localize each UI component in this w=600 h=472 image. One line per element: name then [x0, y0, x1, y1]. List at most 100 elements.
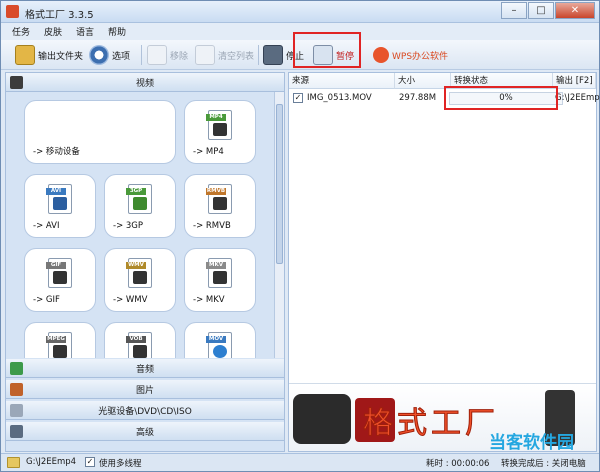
wps-button[interactable]: WPS办公软件 [373, 43, 448, 67]
music-note-icon [10, 362, 23, 375]
pause-highlight-box [293, 32, 361, 68]
menu-skin[interactable]: 皮肤 [37, 23, 69, 40]
row-output: G:\J2EEmp4 [555, 93, 600, 103]
tile-mpeg[interactable]: MPEG [24, 322, 96, 358]
clear-list-button[interactable]: 清空列表 [195, 43, 254, 67]
banner-brand: 格式工厂 [363, 406, 499, 442]
disc-drive-icon [10, 404, 23, 417]
category-picture-label: 图片 [135, 385, 154, 396]
output-path[interactable]: G:\J2EEmp4 [26, 457, 76, 467]
title-bar: 格式工厂 3.3.5 – □ ✕ [1, 1, 599, 23]
after-convert-action[interactable]: 转换完成后 : 关闭电脑 [501, 457, 586, 469]
column-source[interactable]: 来源 [289, 73, 395, 89]
stop-icon [263, 45, 283, 65]
menu-language[interactable]: 语言 [69, 23, 101, 40]
tile-label: -> 3GP [113, 221, 144, 231]
wps-label: WPS办公软件 [392, 51, 449, 62]
app-window: 格式工厂 3.3.5 – □ ✕ 任务 皮肤 语言 帮助 输出文件夹 选项 移除… [0, 0, 600, 472]
mp4-file-icon: MP4 [206, 110, 232, 140]
tile-label: -> WMV [113, 295, 148, 305]
tile-gif[interactable]: GIF -> GIF [24, 248, 96, 312]
category-rom-device[interactable]: 光驱设备\DVD\CD\ISO [6, 401, 284, 420]
close-button[interactable]: ✕ [555, 2, 595, 19]
row-source: IMG_0513.MOV [307, 93, 372, 103]
picture-icon [10, 383, 23, 396]
category-audio[interactable]: 音频 [6, 359, 284, 378]
wmv-file-icon: WMV [126, 258, 152, 288]
multithread-label: 使用多线程 [99, 459, 142, 469]
remove-label: 移除 [170, 51, 189, 62]
tile-3gp[interactable]: 3GP -> 3GP [104, 174, 176, 238]
video-icon [10, 76, 23, 89]
category-scrollbar[interactable] [274, 92, 284, 358]
task-list-panel: 来源 大小 转换状态 输出 [F2] ✓ IMG_0513.MOV 297.88… [288, 72, 600, 453]
window-controls: – □ ✕ [500, 2, 595, 19]
output-folder-button[interactable]: 输出文件夹 [15, 43, 83, 67]
row-checkbox[interactable]: ✓ [293, 93, 303, 103]
tile-rmvb[interactable]: RMVB -> RMVB [184, 174, 256, 238]
multithread-checkbox[interactable]: ✓ [85, 457, 95, 467]
tile-label: -> AVI [33, 221, 60, 231]
category-advanced-label: 高级 [135, 427, 154, 438]
tile-label: -> MKV [193, 295, 225, 305]
column-size[interactable]: 大小 [395, 73, 451, 89]
mov-file-icon: MOV [206, 332, 232, 358]
tile-label: -> MP4 [193, 147, 224, 157]
tile-label: -> RMVB [193, 221, 231, 231]
window-title: 格式工厂 3.3.5 [25, 10, 94, 21]
vob-file-icon: VOB [126, 332, 152, 358]
category-audio-label: 音频 [135, 364, 154, 375]
folder-icon [7, 457, 20, 468]
app-logo-icon [6, 5, 19, 18]
tile-label: -> GIF [33, 295, 60, 305]
tile-mobile-device[interactable]: -> 移动设备 [24, 100, 176, 164]
video-tile-grid: -> 移动设备 MP4 -> MP4 AVI -> AVI 3GP -> 3GP… [6, 92, 274, 358]
minimize-button[interactable]: – [501, 2, 527, 19]
avi-file-icon: AVI [46, 184, 72, 214]
options-label: 选项 [112, 51, 131, 62]
maximize-button[interactable]: □ [528, 2, 554, 19]
rmvb-file-icon: RMVB [206, 184, 232, 214]
scrollbar-thumb[interactable] [276, 104, 283, 264]
toolbar-separator [141, 45, 142, 65]
clear-list-label: 清空列表 [218, 51, 255, 62]
tile-avi[interactable]: AVI -> AVI [24, 174, 96, 238]
gear-icon [89, 45, 109, 65]
gif-file-icon: GIF [46, 258, 72, 288]
folder-icon [15, 45, 35, 65]
tile-wmv[interactable]: WMV -> WMV [104, 248, 176, 312]
tile-vob[interactable]: VOB [104, 322, 176, 358]
camcorder-icon [293, 394, 351, 444]
category-picture[interactable]: 图片 [6, 380, 284, 399]
tile-mkv[interactable]: MKV -> MKV [184, 248, 256, 312]
toolbox-icon [10, 425, 23, 438]
category-video-label: 视频 [135, 78, 154, 89]
tile-mov[interactable]: MOV [184, 322, 256, 358]
remove-button[interactable]: 移除 [147, 43, 188, 67]
status-bar: G:\J2EEmp4 ✓ 使用多线程 耗时 : 00:00:06 转换完成后 :… [1, 453, 599, 471]
wps-icon [373, 47, 389, 63]
menu-task[interactable]: 任务 [5, 23, 37, 40]
category-advanced[interactable]: 高级 [6, 422, 284, 441]
category-panel: 视频 -> 移动设备 MP4 -> MP4 AVI -> AVI 3GP -> … [5, 72, 285, 452]
tile-label: -> 移动设备 [33, 147, 80, 157]
watermark: 当客软件园 [489, 433, 574, 453]
elapsed-time: 耗时 : 00:00:06 [426, 459, 490, 469]
column-output[interactable]: 输出 [F2] [553, 73, 596, 89]
category-video[interactable]: 视频 [6, 73, 284, 92]
mpeg-file-icon: MPEG [46, 332, 72, 358]
category-rom-label: 光驱设备\DVD\CD\ISO [98, 406, 192, 417]
options-button[interactable]: 选项 [89, 43, 130, 67]
menu-help[interactable]: 帮助 [101, 23, 133, 40]
remove-icon [147, 45, 167, 65]
toolbar: 输出文件夹 选项 移除 清空列表 停止 暂停 WPS办公软件 [1, 32, 599, 70]
mkv-file-icon: MKV [206, 258, 232, 288]
row-size: 297.88M [399, 93, 437, 103]
status-highlight-box [444, 86, 558, 110]
3gp-file-icon: 3GP [126, 184, 152, 214]
toolbar-separator [258, 45, 259, 65]
tile-mp4[interactable]: MP4 -> MP4 [184, 100, 256, 164]
clear-list-icon [195, 45, 215, 65]
ad-banner[interactable]: 格式工厂 当客软件园 [289, 383, 596, 453]
output-folder-label: 输出文件夹 [38, 51, 84, 62]
